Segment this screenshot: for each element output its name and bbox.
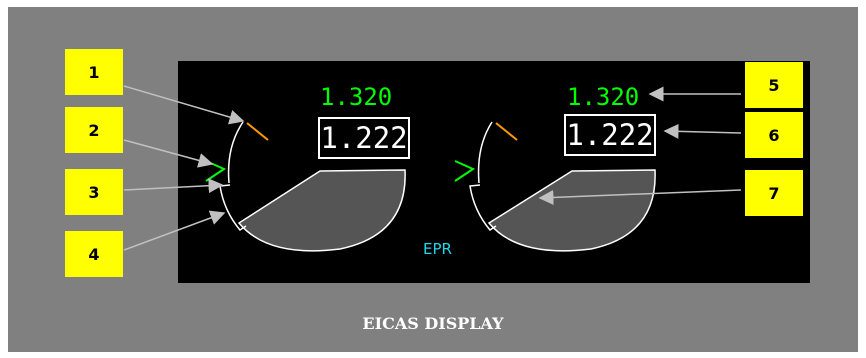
- left-commanded-bug: [205, 160, 227, 182]
- leader-line-2: [123, 139, 214, 168]
- callout-4: 4: [65, 231, 123, 277]
- figure: 1.320 1.222 1.320 1.222 EPR 1 2 3 4 5 6 …: [0, 0, 866, 358]
- epr-label: EPR: [423, 240, 452, 258]
- figure-caption: EICAS DISPLAY: [362, 314, 504, 333]
- right-pointer-sector: [487, 169, 656, 252]
- leader-lines: [123, 85, 742, 251]
- left-actual-epr: 1.222: [318, 117, 410, 159]
- left-pointer-sector: [237, 169, 406, 252]
- left-commanded-epr: 1.320: [320, 83, 393, 111]
- right-commanded-epr: 1.320: [567, 83, 640, 111]
- gauge-graphics: [123, 85, 742, 252]
- leader-line-6: [663, 123, 742, 139]
- callout-1: 1: [65, 49, 123, 95]
- left-dial-arc: [227, 121, 244, 184]
- callout-2: 2: [65, 107, 123, 153]
- right-max-limit-marker: [495, 122, 518, 141]
- callout-7: 7: [745, 170, 803, 216]
- callout-6: 6: [745, 112, 803, 158]
- left-max-limit-marker: [246, 122, 269, 141]
- right-commanded-bug: [454, 160, 476, 182]
- leader-line-4: [123, 210, 226, 251]
- callout-5: 5: [745, 62, 803, 108]
- leader-line-1: [123, 85, 245, 125]
- leader-line-3: [123, 178, 224, 194]
- right-dial-arc: [477, 121, 493, 184]
- right-actual-epr: 1.222: [564, 114, 656, 156]
- callout-3: 3: [65, 169, 123, 215]
